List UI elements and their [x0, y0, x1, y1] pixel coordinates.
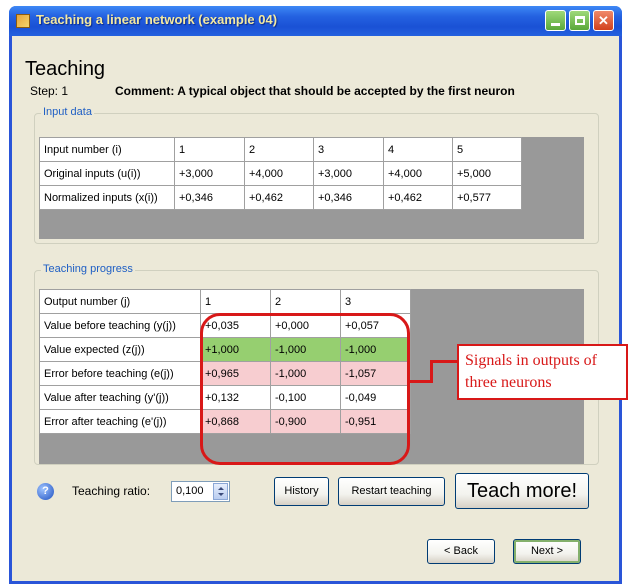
- input-data-legend: Input data: [41, 106, 94, 118]
- table-cell[interactable]: +4,000: [244, 161, 314, 186]
- input-data-grid[interactable]: Input number (i) 1 2 3 4 5 Original inputs (u(…: [39, 137, 584, 239]
- teaching-ratio-stepper[interactable]: 0,100: [171, 481, 230, 502]
- input-table-row: Normalized inputs (x(i)) +0,346 +0,462 +0,3…: [39, 185, 522, 210]
- table-cell[interactable]: +3,000: [313, 161, 384, 186]
- table-cell[interactable]: +0,462: [244, 185, 314, 210]
- table-cell[interactable]: +3,000: [174, 161, 245, 186]
- step-label: Step: 1: [30, 84, 69, 98]
- teaching-ratio-value: 0,100: [176, 485, 204, 497]
- maximize-button[interactable]: [569, 10, 590, 31]
- back-button[interactable]: < Back: [427, 539, 495, 564]
- spin-down-icon[interactable]: [217, 493, 224, 496]
- table-cell[interactable]: +0,346: [174, 185, 245, 210]
- row-label[interactable]: Error after teaching (e'(j)): [39, 409, 201, 434]
- spin-up-icon[interactable]: [217, 487, 224, 490]
- callout-connector: [410, 380, 432, 383]
- table-cell[interactable]: +4,000: [383, 161, 453, 186]
- maximize-icon: [574, 16, 585, 25]
- comment-text: Comment: A typical object that should be…: [115, 84, 515, 98]
- table-cell[interactable]: 5: [452, 137, 522, 162]
- progress-table-row: Output number (j) 1 2 3: [39, 289, 411, 314]
- restart-teaching-button[interactable]: Restart teaching: [338, 477, 445, 506]
- table-cell[interactable]: 3: [340, 289, 411, 314]
- input-table-row: Original inputs (u(i)) +3,000 +4,000 +3,000…: [39, 161, 522, 186]
- table-cell[interactable]: 4: [383, 137, 453, 162]
- info-icon[interactable]: ?: [37, 483, 54, 500]
- page-title: Teaching: [25, 58, 106, 80]
- row-label[interactable]: Value before teaching (y(j)): [39, 313, 201, 338]
- minimize-icon: [551, 23, 560, 26]
- table-cell[interactable]: +0,577: [452, 185, 522, 210]
- title-bar[interactable]: Teaching a linear network (example 04) ✕: [9, 6, 622, 36]
- row-label[interactable]: Original inputs (u(i)): [39, 161, 175, 186]
- row-label[interactable]: Input number (i): [39, 137, 175, 162]
- close-button[interactable]: ✕: [593, 10, 614, 31]
- table-cell[interactable]: 2: [244, 137, 314, 162]
- table-cell[interactable]: +0,346: [313, 185, 384, 210]
- table-cell[interactable]: 2: [270, 289, 341, 314]
- table-cell[interactable]: 1: [200, 289, 271, 314]
- teaching-progress-legend: Teaching progress: [41, 263, 135, 275]
- history-button[interactable]: History: [274, 477, 329, 506]
- row-label[interactable]: Normalized inputs (x(i)): [39, 185, 175, 210]
- table-cell[interactable]: 1: [174, 137, 245, 162]
- row-label[interactable]: Value after teaching (y'(j)): [39, 385, 201, 410]
- callout-connector: [430, 360, 457, 363]
- outputs-highlight-oval: [200, 313, 410, 465]
- row-label[interactable]: Output number (j): [39, 289, 201, 314]
- table-cell[interactable]: +0,462: [383, 185, 453, 210]
- input-data-table: Input number (i) 1 2 3 4 5 Original inputs (u(…: [39, 137, 522, 210]
- row-label[interactable]: Value expected (z(j)): [39, 337, 201, 362]
- window-title: Teaching a linear network (example 04): [36, 12, 278, 27]
- table-cell[interactable]: 3: [313, 137, 384, 162]
- minimize-button[interactable]: [545, 10, 566, 31]
- input-table-row: Input number (i) 1 2 3 4 5: [39, 137, 522, 162]
- table-cell[interactable]: +5,000: [452, 161, 522, 186]
- spin-buttons[interactable]: [213, 483, 228, 500]
- teach-more-button[interactable]: Teach more!: [455, 473, 589, 509]
- callout-connector: [430, 360, 433, 383]
- teaching-ratio-label: Teaching ratio:: [72, 484, 151, 498]
- annotation-callout: Signals in outputs of three neurons: [457, 344, 628, 400]
- row-label[interactable]: Error before teaching (e(j)): [39, 361, 201, 386]
- next-button[interactable]: Next >: [513, 539, 581, 564]
- app-icon: [16, 14, 30, 28]
- close-icon: ✕: [598, 13, 609, 28]
